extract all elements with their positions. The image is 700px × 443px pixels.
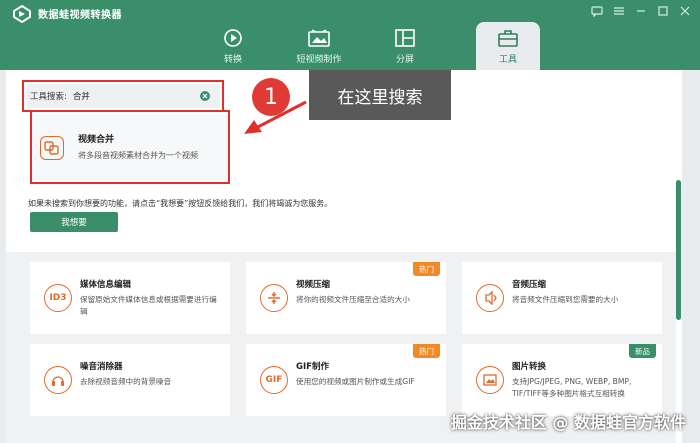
tool-title: 噪音消除器 — [80, 362, 123, 372]
toolbox-icon — [498, 27, 518, 49]
tab-short-video[interactable]: 短视频制作 — [276, 22, 362, 70]
tab-label: 分屏 — [395, 55, 414, 65]
tool-card-media-info[interactable]: ID3 媒体信息编辑 保留原始文件媒体信息或根据需要进行编辑 — [30, 262, 230, 334]
tab-convert[interactable]: 转换 — [190, 22, 276, 70]
tools-panel: 工具搜索: 1 在这里搜索 视频合并 将多段音视频素材合并为一个视频 如果未搜索… — [6, 70, 682, 443]
annotation-box-search — [22, 80, 224, 112]
tool-description: 将你的视频文件压缩至合适的大小 — [296, 295, 410, 304]
gif-icon: GIF — [260, 366, 288, 394]
audio-compress-icon — [476, 284, 504, 312]
app-logo-icon — [13, 5, 31, 23]
tab-label: 短视频制作 — [296, 55, 342, 65]
tool-title: 图片转换 — [512, 362, 547, 372]
tool-card-image-convert[interactable]: 新品 图片转换 支持JPG/JPEG, PNG, WEBP, BMP, TIF/… — [462, 344, 662, 416]
i-want-button[interactable]: 我想要 — [30, 212, 118, 232]
tool-card-audio-compress[interactable]: 音频压缩 将音频文件压缩到您需要的大小 — [462, 262, 662, 334]
tool-card-gif-maker[interactable]: 热门 GIF GIF制作 使用您的视频或图片制作或生成GIF — [246, 344, 446, 416]
new-badge: 新品 — [629, 344, 656, 358]
tool-title: 媒体信息编辑 — [80, 280, 132, 290]
menu-icon[interactable] — [612, 4, 626, 18]
media-info-icon: ID3 — [44, 284, 72, 312]
watermark: 掘金技术社区 @ 数据蛙官方软件 — [450, 413, 686, 432]
tool-card-noise-remover[interactable]: 噪音消除器 去除视频音频中的背景噪音 — [30, 344, 230, 416]
annotation-hint: 在这里搜索 — [309, 70, 451, 120]
tool-description: 去除视频音频中的背景噪音 — [80, 377, 172, 386]
tool-card-video-compress[interactable]: 热门 视频压缩 将你的视频文件压缩至合适的大小 — [246, 262, 446, 334]
tool-description: 将音频文件压缩到您需要的大小 — [512, 295, 619, 304]
tool-description: 使用您的视频或图片制作或生成GIF — [296, 377, 415, 386]
tool-title: 音频压缩 — [512, 280, 547, 290]
tab-label: 工具 — [498, 55, 517, 65]
scrollbar[interactable] — [676, 180, 681, 320]
tool-title: 视频压缩 — [296, 280, 331, 290]
tab-toolbox[interactable]: 工具 — [476, 22, 540, 70]
close-icon[interactable] — [678, 4, 692, 18]
window-controls — [590, 4, 692, 18]
app-title: 数据蛙视频转换器 — [38, 10, 122, 21]
hot-badge: 热门 — [413, 344, 440, 358]
noise-remover-icon — [44, 366, 72, 394]
annotation-arrow-icon — [244, 100, 307, 134]
image-convert-icon — [476, 366, 504, 394]
tab-split-screen[interactable]: 分屏 — [362, 22, 448, 70]
title-bar: 数据蛙视频转换器 转换 短视频制作 分屏 工具 — [0, 0, 700, 70]
tool-description: 保留原始文件媒体信息或根据需要进行编辑 — [80, 295, 217, 316]
minimize-icon[interactable] — [634, 4, 648, 18]
feedback-text: 如果未搜索到你想要的功能，请点击“我想要”按钮反馈给我们，我们将竭诚为您服务。 — [28, 199, 333, 208]
annotation-box-result — [30, 110, 230, 184]
tool-description: 支持JPG/JPEG, PNG, WEBP, BMP, TIF/TIFF等多种图… — [512, 377, 632, 398]
video-compress-icon — [260, 284, 288, 312]
split-screen-icon — [395, 27, 415, 49]
feedback-icon[interactable] — [590, 4, 604, 18]
tab-label: 转换 — [223, 55, 242, 65]
maximize-icon[interactable] — [656, 4, 670, 18]
convert-icon — [223, 27, 243, 49]
short-video-icon — [308, 27, 330, 49]
tool-title: GIF制作 — [296, 362, 329, 372]
hot-badge: 热门 — [413, 262, 440, 276]
main-tabs: 转换 短视频制作 分屏 工具 — [190, 22, 540, 70]
